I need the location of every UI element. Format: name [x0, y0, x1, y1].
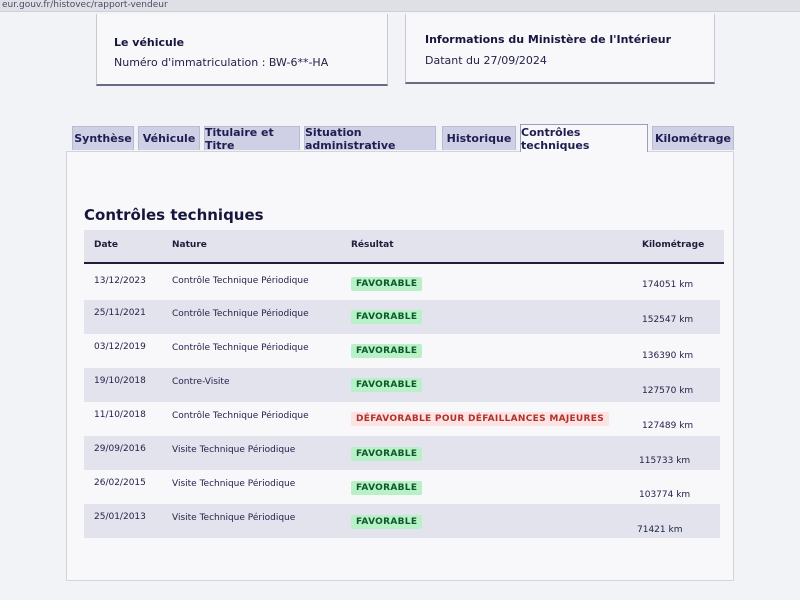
row-date: 19/10/2018: [94, 376, 146, 386]
result-badge: DÉFAVORABLE POUR DÉFAILLANCES MAJEURES: [351, 412, 610, 426]
result-badge: FAVORABLE: [351, 310, 423, 324]
row-mileage: 115733 km: [639, 456, 691, 466]
table-header: Date Nature Résultat Kilométrage: [84, 230, 724, 264]
table-row: 03/12/2019 Contrôle Technique Périodique…: [84, 334, 720, 368]
row-nature: Visite Technique Périodique: [172, 479, 296, 489]
result-badge: FAVORABLE: [351, 344, 423, 358]
table-row: 26/02/2015 Visite Technique Périodique F…: [84, 470, 720, 504]
row-mileage: 103774 km: [639, 490, 691, 500]
row-mileage: 127489 km: [642, 421, 694, 431]
table-row: 29/09/2016 Visite Technique Périodique F…: [84, 436, 720, 470]
browser-url-bar[interactable]: eur.gouv.fr/histovec/rapport-vendeur: [0, 0, 800, 12]
table-row: 19/10/2018 Contre-Visite FAVORABLE 12757…: [84, 368, 720, 402]
result-badge: FAVORABLE: [351, 447, 423, 461]
result-badge: FAVORABLE: [351, 515, 423, 529]
tab-controles-techniques[interactable]: Contrôles techniques: [520, 124, 648, 152]
row-date: 25/11/2021: [94, 308, 146, 318]
row-date: 13/12/2023: [94, 276, 146, 286]
tab-kilometrage[interactable]: Kilométrage: [652, 126, 734, 150]
table-row: 11/10/2018 Contrôle Technique Périodique…: [84, 402, 720, 436]
row-date: 29/09/2016: [94, 444, 146, 454]
tab-titulaire-titre[interactable]: Titulaire et Titre: [204, 126, 300, 152]
row-nature: Contrôle Technique Périodique: [172, 309, 309, 319]
row-mileage: 174051 km: [642, 280, 694, 290]
row-nature: Visite Technique Périodique: [172, 513, 296, 523]
row-mileage: 71421 km: [637, 525, 683, 535]
technical-inspections-panel: Contrôles techniques Date Nature Résulta…: [66, 151, 734, 581]
vehicle-card: Le véhicule Numéro d'immatriculation : B…: [96, 14, 388, 86]
vehicle-card-title: Le véhicule: [114, 36, 185, 49]
table-row: 13/12/2023 Contrôle Technique Périodique…: [84, 266, 720, 300]
table-row: 25/11/2021 Contrôle Technique Périodique…: [84, 300, 720, 334]
tab-historique[interactable]: Historique: [442, 126, 516, 150]
column-date: Date: [94, 240, 118, 250]
result-badge: FAVORABLE: [351, 378, 423, 392]
row-nature: Contrôle Technique Périodique: [172, 411, 309, 421]
ministry-info-card: Informations du Ministère de l'Intérieur…: [405, 14, 715, 84]
tab-synthese[interactable]: Synthèse: [72, 126, 134, 150]
row-nature: Contrôle Technique Périodique: [172, 276, 309, 286]
registration-number: Numéro d'immatriculation : BW-6**-HA: [114, 56, 329, 69]
row-nature: Visite Technique Périodique: [172, 445, 296, 455]
column-mileage: Kilométrage: [642, 240, 705, 250]
row-date: 03/12/2019: [94, 342, 146, 352]
section-title: Contrôles techniques: [84, 206, 264, 224]
tab-vehicule[interactable]: Véhicule: [138, 126, 200, 150]
row-nature: Contre-Visite: [172, 377, 230, 387]
ministry-card-title: Informations du Ministère de l'Intérieur: [425, 33, 672, 46]
row-date: 25/01/2013: [94, 512, 146, 522]
result-badge: FAVORABLE: [351, 481, 423, 495]
column-nature: Nature: [172, 240, 207, 250]
row-nature: Contrôle Technique Périodique: [172, 343, 309, 353]
ministry-data-date: Datant du 27/09/2024: [425, 54, 547, 67]
result-badge: FAVORABLE: [351, 277, 423, 291]
row-mileage: 127570 km: [642, 386, 694, 396]
row-date: 11/10/2018: [94, 410, 146, 420]
row-mileage: 136390 km: [642, 351, 694, 361]
table-row: 25/01/2013 Visite Technique Périodique F…: [84, 504, 720, 538]
row-date: 26/02/2015: [94, 478, 146, 488]
row-mileage: 152547 km: [642, 315, 694, 325]
column-result: Résultat: [351, 240, 394, 250]
report-page: Le véhicule Numéro d'immatriculation : B…: [0, 12, 800, 600]
tab-situation-administrative[interactable]: Situation administrative: [304, 126, 436, 152]
